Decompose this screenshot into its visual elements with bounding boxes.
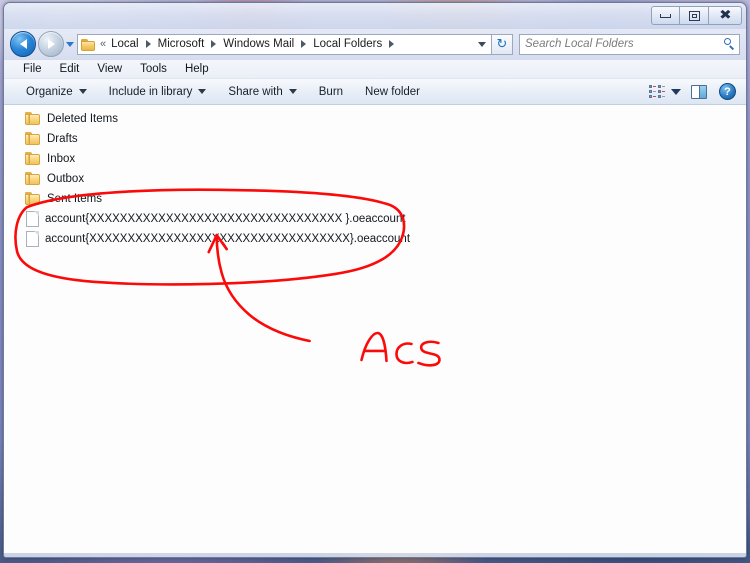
organize-button[interactable]: Organize [18,83,95,101]
chevron-down-icon [671,88,681,95]
chevron-down-icon [66,41,74,47]
new-folder-button[interactable]: New folder [357,83,428,101]
back-button[interactable] [10,31,36,57]
preview-pane-button[interactable] [691,84,707,99]
include-in-library-label: Include in library [108,85,193,98]
document-icon [26,211,39,227]
file-list-pane[interactable]: Deleted Items Drafts Inbox Outbox Sent I… [4,105,746,553]
view-icon-column [649,85,656,98]
chevron-right-icon[interactable] [211,40,217,48]
explorer-window: ✖ « Local Microsoft Windows Mail Local F… [3,2,747,558]
list-item[interactable]: Deleted Items [5,109,746,129]
menu-item-tools[interactable]: Tools [131,62,176,76]
chevron-down-icon [478,41,486,47]
change-view-dropdown-button[interactable] [671,88,681,95]
include-in-library-button[interactable]: Include in library [101,83,215,101]
new-folder-label: New folder [365,85,421,98]
folder-icon [81,38,96,51]
chevron-right-icon[interactable] [389,40,395,48]
folder-icon [25,152,41,166]
window-title-bar[interactable]: ✖ [4,3,746,29]
command-bar: Organize Include in library Share with B… [4,78,746,105]
breadcrumb-segment-windows-mail[interactable]: Windows Mail [221,37,296,51]
breadcrumb-history-button[interactable] [475,41,489,47]
search-icon [723,38,735,50]
list-item-label: Deleted Items [47,113,118,125]
folder-icon [25,112,41,126]
address-bar-row: « Local Microsoft Windows Mail Local Fol… [4,29,746,59]
view-icon-column [658,85,665,98]
burn-button[interactable]: Burn [311,83,351,101]
share-with-button[interactable]: Share with [220,83,304,101]
list-item-label: Inbox [47,153,76,165]
share-with-label: Share with [228,85,283,98]
help-button[interactable]: ? [719,83,736,100]
hand-drawn-arrow-shaft [215,233,311,343]
refresh-button[interactable]: ↻ [492,33,513,55]
minimize-icon [660,13,671,18]
window-controls: ✖ [651,6,742,25]
organize-label: Organize [26,85,73,98]
minimize-button[interactable] [651,6,680,25]
view-options-icon[interactable] [649,85,665,98]
breadcrumb-segment-microsoft[interactable]: Microsoft [156,37,207,51]
folder-icon [25,192,41,206]
list-item-label: account{XXXXXXXXXXXXXXXXXXXXXXXXXXXXXXXX… [45,233,411,245]
list-item[interactable]: account{XXXXXXXXXXXXXXXXXXXXXXXXXXXXXXXX… [5,229,746,249]
document-icon [26,231,39,247]
view-icon-row [649,85,656,88]
list-item[interactable]: Sent Items [5,189,746,209]
file-list: Deleted Items Drafts Inbox Outbox Sent I… [5,105,746,249]
menu-item-help[interactable]: Help [176,62,218,76]
chevron-down-icon [198,89,207,94]
list-item-label: Drafts [47,133,78,145]
menu-item-file[interactable]: File [14,62,51,76]
list-item[interactable]: Inbox [5,149,746,169]
view-icon-row [658,90,665,93]
folder-icon [25,132,41,146]
close-icon: ✖ [718,8,732,23]
chevron-right-icon[interactable] [301,40,307,48]
forward-button[interactable] [38,31,64,57]
list-item-label: Outbox [47,173,85,185]
list-item[interactable]: Outbox [5,169,746,189]
burn-label: Burn [318,85,344,98]
close-button[interactable]: ✖ [709,6,742,25]
handwritten-letter-a [360,331,388,363]
maximize-button[interactable] [680,6,709,25]
refresh-icon: ↻ [496,36,508,52]
recent-pages-button[interactable] [64,41,76,47]
handwritten-letter-s [417,340,441,367]
list-item-label: account{XXXXXXXXXXXXXXXXXXXXXXXXXXXXXXXX… [45,213,406,225]
chevron-down-icon [78,89,87,94]
menu-bar: File Edit View Tools Help [4,59,746,78]
handwritten-letter-c [395,342,414,365]
desktop-background: ✖ « Local Microsoft Windows Mail Local F… [0,0,750,563]
list-item[interactable]: Drafts [5,129,746,149]
view-icon-row [649,95,656,98]
breadcrumb-segment-local-folders[interactable]: Local Folders [311,37,384,51]
breadcrumb[interactable]: « Local Microsoft Windows Mail Local Fol… [77,33,492,55]
breadcrumb-segment-local[interactable]: Local [109,37,141,51]
search-box[interactable]: Search Local Folders [519,33,740,55]
view-icon-row [649,90,656,93]
breadcrumb-overflow-icon[interactable]: « [100,38,106,50]
chevron-right-icon[interactable] [145,40,151,48]
view-icon-row [658,85,665,88]
arrow-right-icon [47,39,55,49]
view-icon-row [658,95,665,98]
help-icon: ? [724,85,731,98]
menu-item-edit[interactable]: Edit [51,62,89,76]
preview-pane-left [692,85,699,98]
chevron-down-icon [288,89,297,94]
maximize-icon [688,10,700,21]
list-item-label: Sent Items [47,193,102,205]
menu-item-view[interactable]: View [88,62,131,76]
folder-icon [25,172,41,186]
arrow-left-icon [19,39,27,49]
search-input[interactable]: Search Local Folders [525,38,723,50]
preview-pane-right [699,85,706,98]
list-item[interactable]: account{XXXXXXXXXXXXXXXXXXXXXXXXXXXXXXXX… [5,209,746,229]
